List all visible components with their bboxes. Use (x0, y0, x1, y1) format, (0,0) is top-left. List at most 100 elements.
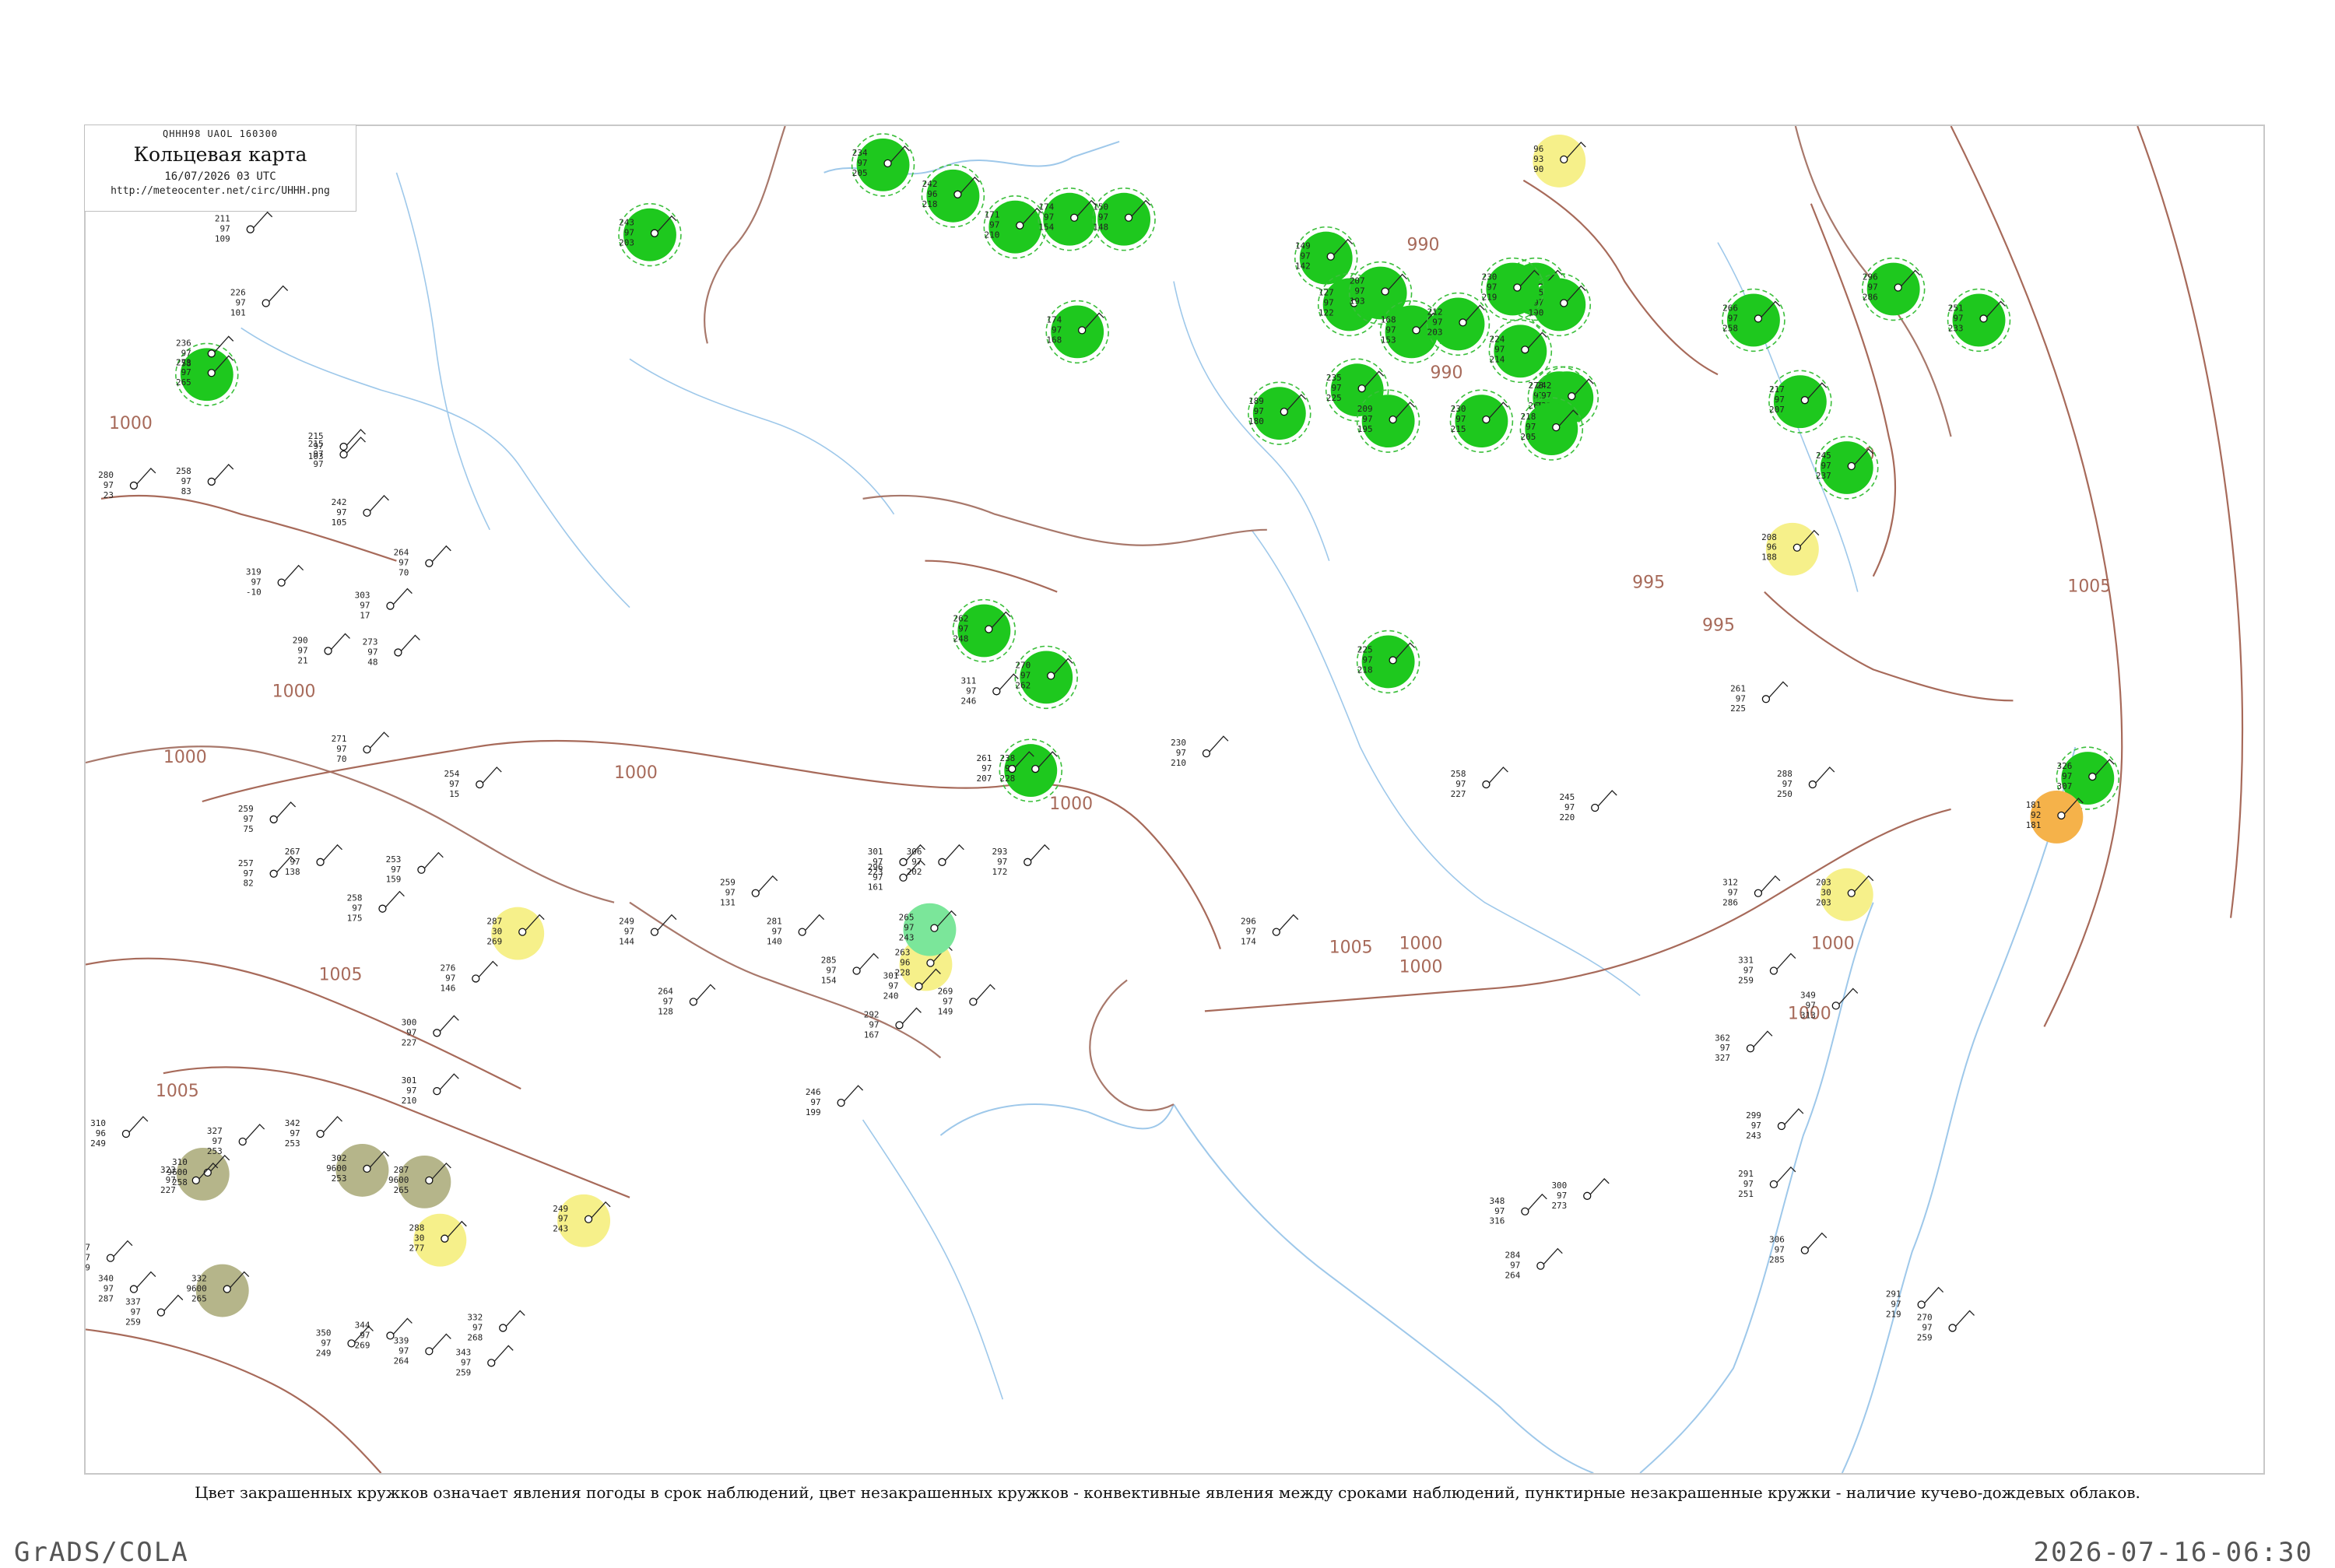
station-marker[interactable]: 24296218 (921, 164, 985, 228)
station-marker[interactable]: 24597237 (1815, 436, 1879, 500)
station-marker[interactable]: 2719770 (332, 731, 389, 764)
station-marker[interactable]: 29697286 (1861, 257, 1926, 321)
station-marker[interactable]: 20896188 (1761, 522, 1820, 576)
station-marker[interactable]: 29297167 (864, 1007, 922, 1040)
station-marker[interactable]: 33297268 (467, 1310, 525, 1342)
station-marker[interactable]: 18192181 (2026, 791, 2084, 844)
station-marker[interactable]: 22597218 (1356, 630, 1420, 694)
obs-value: 254 (444, 769, 459, 779)
wind-barb (902, 1007, 922, 1024)
station-marker[interactable]: 27097259 (1917, 1310, 1975, 1342)
station-marker[interactable]: 30097227 (402, 1015, 459, 1047)
station-marker[interactable]: 17497154 (1038, 188, 1101, 251)
station-marker[interactable]: 3329600265 (186, 1264, 250, 1317)
station-marker[interactable]: 28597154 (821, 952, 880, 986)
obs-value: 263 (895, 948, 911, 958)
station-marker[interactable]: 36297327 (1715, 1030, 1773, 1063)
station-marker[interactable]: 29197251 (1738, 1166, 1796, 1199)
station-marker[interactable]: 31096249 (90, 1116, 149, 1149)
station-marker[interactable]: 28197140 (767, 914, 825, 947)
station-marker[interactable]: 26197225 (1730, 681, 1789, 714)
obs-value: 205 (852, 168, 868, 178)
station-marker[interactable]: 2589783 (176, 464, 234, 496)
station-marker[interactable]: 17497168 (1045, 300, 1109, 364)
station-marker[interactable]: 2649770 (394, 545, 451, 578)
station-marker[interactable]: 31197246 (961, 673, 1019, 706)
station-marker[interactable]: 29197219 (1886, 1286, 1944, 1320)
station-marker[interactable]: 33997264 (394, 1333, 451, 1366)
wind-barb (657, 914, 677, 931)
station-marker[interactable]: 18997180 (1248, 381, 1311, 445)
station-marker[interactable]: 2909721 (293, 633, 350, 665)
station-marker[interactable]: 2739748 (363, 634, 420, 667)
station-marker[interactable]: 24997243 (553, 1194, 611, 1247)
station-marker[interactable]: 20330203 (1816, 868, 1874, 921)
station-marker[interactable]: 23097215 (1449, 389, 1514, 453)
station-marker[interactable]: 27097262 (1014, 645, 1078, 710)
obs-value: 326 (2057, 761, 2073, 771)
station-marker[interactable]: 30697202 (907, 844, 964, 877)
map-url[interactable]: http://meteocenter.net/circ/UHHH.png (85, 185, 356, 197)
station-marker[interactable]: 22697101 (230, 285, 289, 318)
station-marker[interactable]: 17197210 (983, 195, 1048, 259)
obs-value: 144 (619, 937, 634, 947)
station-marker[interactable]: 31997-10 (246, 564, 304, 598)
station-marker[interactable]: 25997131 (720, 875, 778, 908)
station-marker[interactable]: 27697146 (440, 960, 498, 994)
station-marker[interactable]: 25197233 (1947, 288, 2011, 353)
station-marker[interactable]: 15097148 (1092, 188, 1156, 251)
wind-barb (482, 766, 502, 784)
station-marker[interactable]: 24697199 (806, 1085, 864, 1117)
obs-value: 236 (176, 338, 191, 348)
station-marker[interactable]: 26497128 (658, 984, 716, 1016)
station-marker[interactable]: 25897227 (1451, 766, 1508, 799)
station-marker[interactable]: 3039717 (355, 588, 413, 621)
station-marker[interactable]: 34997313 (1800, 987, 1859, 1020)
station-marker[interactable]: 30697285 (1769, 1232, 1828, 1265)
station-marker[interactable]: 28730269 (486, 907, 545, 960)
station-marker[interactable]: 26997149 (938, 984, 995, 1016)
station-marker[interactable]: 2809723 (98, 468, 156, 500)
station-marker[interactable]: 24397203 (618, 202, 682, 267)
obs-value: 97 (1541, 391, 1551, 401)
station-marker[interactable]: 21297203 (1426, 292, 1491, 356)
station-marker[interactable]: 2549715 (444, 766, 502, 799)
station-marker[interactable]: 30097273 (1551, 1177, 1610, 1211)
obs-value: 293 (992, 847, 1007, 857)
station-marker[interactable]: 26797138 (285, 844, 342, 877)
station-marker[interactable]: 34297253 (285, 1116, 342, 1149)
station-marker[interactable]: 29697174 (1241, 914, 1299, 947)
station-marker[interactable]: 32797253 (207, 1124, 265, 1156)
station-marker[interactable]: 2599775 (238, 802, 297, 834)
station-marker[interactable]: 2879600265 (388, 1155, 451, 1208)
station-marker[interactable]: 25397159 (386, 851, 444, 885)
station-marker[interactable]: 29397172 (992, 844, 1050, 877)
station-marker[interactable]: 28897250 (1777, 766, 1835, 799)
station-marker[interactable]: 30197210 (402, 1073, 459, 1106)
station-marker[interactable]: 23097210 (1171, 735, 1229, 768)
obs-value: 97 (290, 857, 300, 867)
station-marker[interactable]: 23497205 (851, 133, 915, 197)
station-marker[interactable]: 24597220 (1559, 790, 1617, 823)
station-marker[interactable]: 33797259 (125, 1294, 184, 1328)
station-marker[interactable]: 28497264 (1505, 1247, 1563, 1281)
station-marker[interactable]: 33197259 (1738, 952, 1796, 986)
station-marker[interactable]: 21797207 (1768, 370, 1832, 433)
station-marker[interactable]: 25897175 (347, 890, 405, 924)
station-marker[interactable]: 34397259 (455, 1345, 514, 1377)
station-marker[interactable]: 24997144 (619, 914, 677, 947)
station-marker[interactable]: 21597103 (308, 429, 366, 461)
station-marker[interactable]: 31297286 (1722, 875, 1781, 908)
station-marker[interactable]: 26297248 (952, 598, 1017, 663)
station-marker[interactable]: 21197109 (215, 211, 273, 244)
station-marker[interactable]: 969390 (1533, 134, 1586, 188)
station-marker[interactable]: 22497214 (1488, 319, 1553, 384)
station-marker[interactable]: 33797249 (86, 1240, 133, 1273)
obs-value: 337 (125, 1297, 141, 1307)
station-marker[interactable]: 28830277 (409, 1213, 467, 1267)
station-marker[interactable]: 26697258 (1722, 288, 1785, 353)
station-marker[interactable]: 29997243 (1746, 1108, 1804, 1141)
station-marker[interactable]: 3029600253 (326, 1143, 389, 1197)
station-marker[interactable]: 24297105 (332, 494, 389, 528)
station-marker[interactable]: 34897316 (1490, 1193, 1547, 1226)
